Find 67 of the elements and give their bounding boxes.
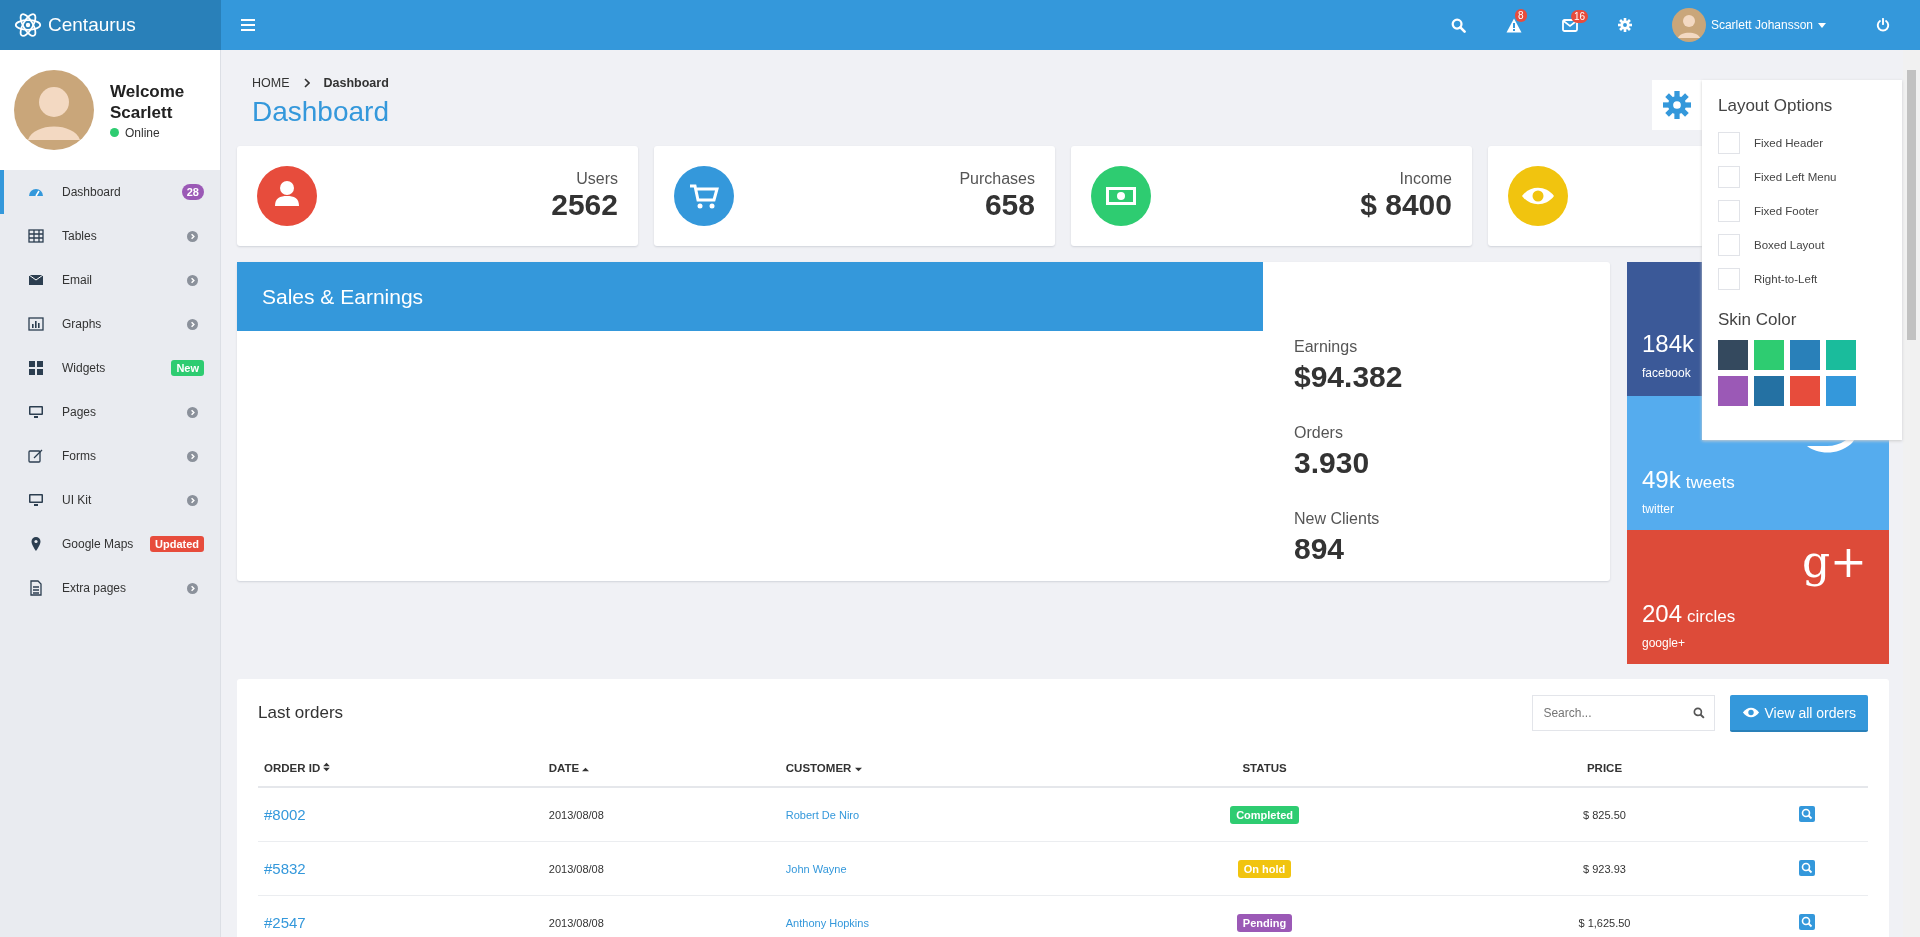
sidebar-item[interactable]: Google Maps Updated (0, 522, 220, 566)
sidebar-badge: New (171, 360, 204, 376)
sidebar-item[interactable]: Email (0, 258, 220, 302)
figure-value: $94.382 (1294, 360, 1403, 394)
sidebar-item[interactable]: Dashboard 28 (0, 170, 220, 214)
tile-label: google+ (1642, 636, 1687, 650)
sidebar-item[interactable]: Graphs (0, 302, 220, 346)
panel-title: Layout Options (1718, 96, 1834, 116)
search-field[interactable]: Search... (1532, 695, 1716, 731)
user-name: Scarlett (110, 101, 174, 123)
stat-value: 2562 (551, 188, 618, 222)
figure-value: 894 (1294, 532, 1346, 566)
brand-name[interactable]: Centaurus (48, 14, 136, 36)
table-cell: 2013/08/08 (548, 808, 604, 821)
sidebar-item[interactable]: Extra pages (0, 566, 220, 610)
table-cell: 2013/08/08 (548, 916, 604, 929)
tile-value: 204 (1642, 600, 1683, 627)
table-cell: 2013/08/08 (548, 862, 604, 875)
notification-count: 16 (1570, 9, 1589, 23)
figure-label: Earnings (1294, 338, 1359, 356)
card-title: Last orders (258, 703, 344, 723)
sidebar-item[interactable]: Pages (0, 390, 220, 434)
panel-title: Sales & Earnings (262, 284, 424, 309)
column-header[interactable]: DATE (542, 750, 780, 787)
tile-unit: tweets (1685, 473, 1735, 492)
status-badge: On hold (1237, 859, 1292, 878)
column-header[interactable]: STATUS (1067, 750, 1463, 787)
sidebar-item[interactable]: Tables (0, 214, 220, 258)
table-cell: $ 825.50 (1583, 808, 1626, 821)
google-plus-logo: g+ (1801, 536, 1867, 587)
status-badge: Pending (1236, 913, 1293, 932)
stat-value: $ 8400 (1360, 188, 1452, 222)
tile-unit: circles (1687, 607, 1736, 626)
tile-value: 49k (1642, 466, 1681, 493)
figure-label: New Clients (1294, 510, 1381, 528)
sidebar-badge: 28 (181, 184, 204, 200)
page-title: Dashboard (252, 96, 389, 128)
breadcrumb-current: Dashboard (323, 76, 389, 90)
notification-count: 8 (1514, 8, 1527, 22)
welcome-text: Welcome (110, 80, 185, 102)
sidebar-item[interactable]: Forms (0, 434, 220, 478)
table-cell: $ 923.93 (1583, 862, 1626, 875)
column-header[interactable]: CUSTOMER (779, 750, 1068, 787)
status-text: Online (125, 125, 160, 140)
stat-label: Purchases (959, 170, 1035, 188)
tile-value: 184k (1642, 330, 1695, 357)
option-checkbox[interactable]: Boxed Layout (1718, 228, 1902, 262)
stat-value: 658 (984, 188, 1035, 222)
option-checkbox[interactable]: Right-to-Left (1718, 262, 1902, 296)
stat-label: Users (576, 170, 618, 188)
tile-label: twitter (1642, 502, 1675, 516)
stat-label: Income (1399, 170, 1452, 188)
column-header[interactable]: PRICE (1462, 750, 1747, 787)
option-checkbox[interactable]: Fixed Footer (1718, 194, 1902, 228)
status-badge: Completed (1230, 805, 1299, 824)
tile-label: facebook (1642, 366, 1692, 380)
option-checkbox[interactable]: Fixed Left Menu (1718, 160, 1902, 194)
table-cell: $ 1,625.50 (1578, 916, 1631, 929)
breadcrumb-link[interactable]: HOME (252, 76, 290, 90)
section-title: Skin Color (1718, 310, 1798, 330)
column-header[interactable]: ORDER ID (258, 750, 543, 787)
figure-label: Orders (1294, 424, 1344, 442)
figure-value: 3.930 (1294, 446, 1371, 480)
sidebar-item[interactable]: UI Kit (0, 478, 220, 522)
sidebar-item[interactable]: Widgets New (0, 346, 220, 390)
sidebar-badge: Updated (150, 536, 204, 552)
option-checkbox[interactable]: Fixed Header (1718, 126, 1902, 160)
